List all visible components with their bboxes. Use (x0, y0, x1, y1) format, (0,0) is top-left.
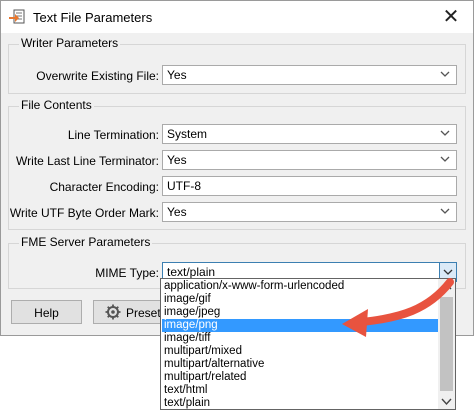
close-button[interactable]: ✕ (437, 4, 465, 30)
mime-option[interactable]: image/gif (162, 293, 440, 306)
line-termination-value: System (167, 127, 208, 141)
file-contents-group: File Contents Line Termination: System W… (8, 98, 466, 230)
mime-option-selected[interactable]: image/png (162, 319, 440, 332)
window-title: Text File Parameters (33, 10, 153, 25)
overwrite-select[interactable]: Yes (162, 65, 457, 85)
app-icon (9, 9, 25, 24)
chevron-down-icon[interactable] (441, 397, 452, 406)
mime-option[interactable]: text/html (162, 384, 440, 397)
chevron-down-icon (440, 156, 450, 162)
mime-option[interactable]: multipart/alternative (162, 358, 440, 371)
mime-type-dropdown-list[interactable]: application/x-www-form-urlencoded image/g… (160, 278, 456, 410)
character-encoding-value: UTF-8 (167, 179, 201, 193)
last-line-terminator-label: Write Last Line Terminator: (16, 154, 159, 168)
line-termination-label: Line Termination: (67, 128, 159, 142)
chevron-down-icon (440, 208, 450, 214)
help-button[interactable]: Help (11, 300, 82, 324)
overwrite-label: Overwrite Existing File: (36, 69, 159, 83)
title-bar: Text File Parameters ✕ (1, 1, 473, 33)
byte-order-mark-select[interactable]: Yes (162, 202, 457, 222)
mime-option[interactable]: multipart/mixed (162, 345, 440, 358)
last-line-terminator-value: Yes (167, 153, 187, 167)
mime-type-label: MIME Type: (95, 266, 159, 280)
help-button-label: Help (34, 306, 59, 320)
mime-option[interactable]: application/x-www-form-urlencoded (162, 280, 440, 293)
scroll-thumb[interactable] (440, 297, 453, 391)
mime-option[interactable]: text/plain (162, 397, 440, 409)
chevron-down-icon (443, 269, 453, 275)
line-termination-select[interactable]: System (162, 124, 457, 144)
chevron-up-icon[interactable] (441, 282, 452, 291)
mime-option[interactable]: image/jpeg (162, 306, 440, 319)
scrollbar[interactable] (438, 279, 455, 409)
last-line-terminator-select[interactable]: Yes (162, 150, 457, 170)
character-encoding-label: Character Encoding: (49, 180, 159, 194)
mime-option[interactable]: multipart/related (162, 371, 440, 384)
group-legend-file-contents: File Contents (19, 98, 94, 112)
chevron-down-icon (440, 71, 450, 77)
writer-parameters-group: Writer Parameters Overwrite Existing Fil… (8, 36, 466, 94)
character-encoding-input[interactable]: UTF-8 (162, 176, 457, 196)
overwrite-value: Yes (167, 68, 187, 82)
chevron-down-icon (440, 130, 450, 136)
mime-type-value: text/plain (167, 265, 216, 279)
gear-icon (105, 304, 121, 320)
group-legend-writer: Writer Parameters (19, 36, 121, 50)
group-legend-fme-server: FME Server Parameters (19, 235, 153, 249)
byte-order-mark-value: Yes (167, 205, 187, 219)
byte-order-mark-label: Write UTF Byte Order Mark: (9, 206, 159, 220)
mime-option[interactable]: image/tiff (162, 332, 440, 345)
